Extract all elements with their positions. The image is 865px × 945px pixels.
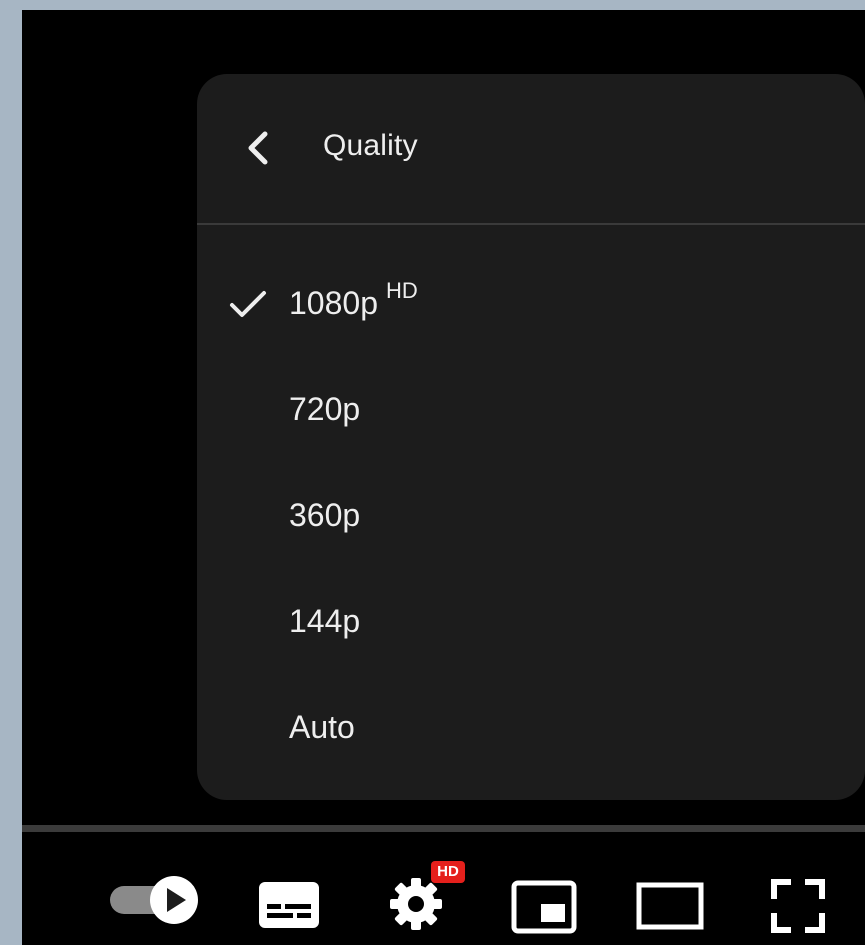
quality-options-list: 1080p HD 720p 360p 144p Auto bbox=[197, 244, 865, 774]
quality-settings-menu: Quality 1080p HD 720p 360p 144p Auto bbox=[197, 74, 865, 800]
progress-bar[interactable] bbox=[22, 825, 865, 832]
hd-badge: HD bbox=[431, 861, 465, 883]
autoplay-toggle-button[interactable] bbox=[108, 874, 202, 926]
autoplay-toggle-icon bbox=[110, 876, 198, 924]
subtitles-button[interactable] bbox=[258, 881, 320, 929]
theater-mode-icon bbox=[636, 882, 704, 930]
chevron-left-icon bbox=[248, 131, 268, 165]
quality-option-360p[interactable]: 360p bbox=[197, 456, 865, 562]
theater-mode-button[interactable] bbox=[636, 882, 704, 930]
player-controls: HD bbox=[22, 832, 865, 945]
back-button[interactable] bbox=[241, 128, 277, 168]
hd-superscript: HD bbox=[385, 278, 418, 303]
quality-option-label: 720p bbox=[289, 391, 361, 427]
quality-option-label: 144p bbox=[289, 603, 361, 639]
miniplayer-icon bbox=[511, 880, 577, 934]
quality-option-144p[interactable]: 144p bbox=[197, 562, 865, 668]
quality-option-720p[interactable]: 720p bbox=[197, 350, 865, 456]
video-player[interactable]: Quality 1080p HD 720p 360p 144p Auto HD bbox=[22, 10, 865, 945]
menu-divider bbox=[197, 223, 865, 225]
quality-option-auto[interactable]: Auto bbox=[197, 668, 865, 774]
quality-option-1080p[interactable]: 1080p HD bbox=[197, 244, 865, 350]
menu-title: Quality bbox=[323, 129, 418, 162]
quality-option-label: 360p bbox=[289, 497, 361, 533]
gear-icon bbox=[390, 878, 442, 930]
miniplayer-button[interactable] bbox=[511, 880, 577, 934]
settings-button[interactable]: HD bbox=[388, 861, 465, 932]
checkmark-icon bbox=[230, 291, 266, 317]
quality-option-label: 1080p HD bbox=[289, 278, 418, 321]
quality-option-label: Auto bbox=[289, 709, 355, 745]
subtitles-icon bbox=[259, 882, 319, 928]
menu-header: Quality bbox=[197, 74, 865, 224]
fullscreen-button[interactable] bbox=[770, 878, 826, 934]
fullscreen-icon bbox=[771, 879, 825, 933]
